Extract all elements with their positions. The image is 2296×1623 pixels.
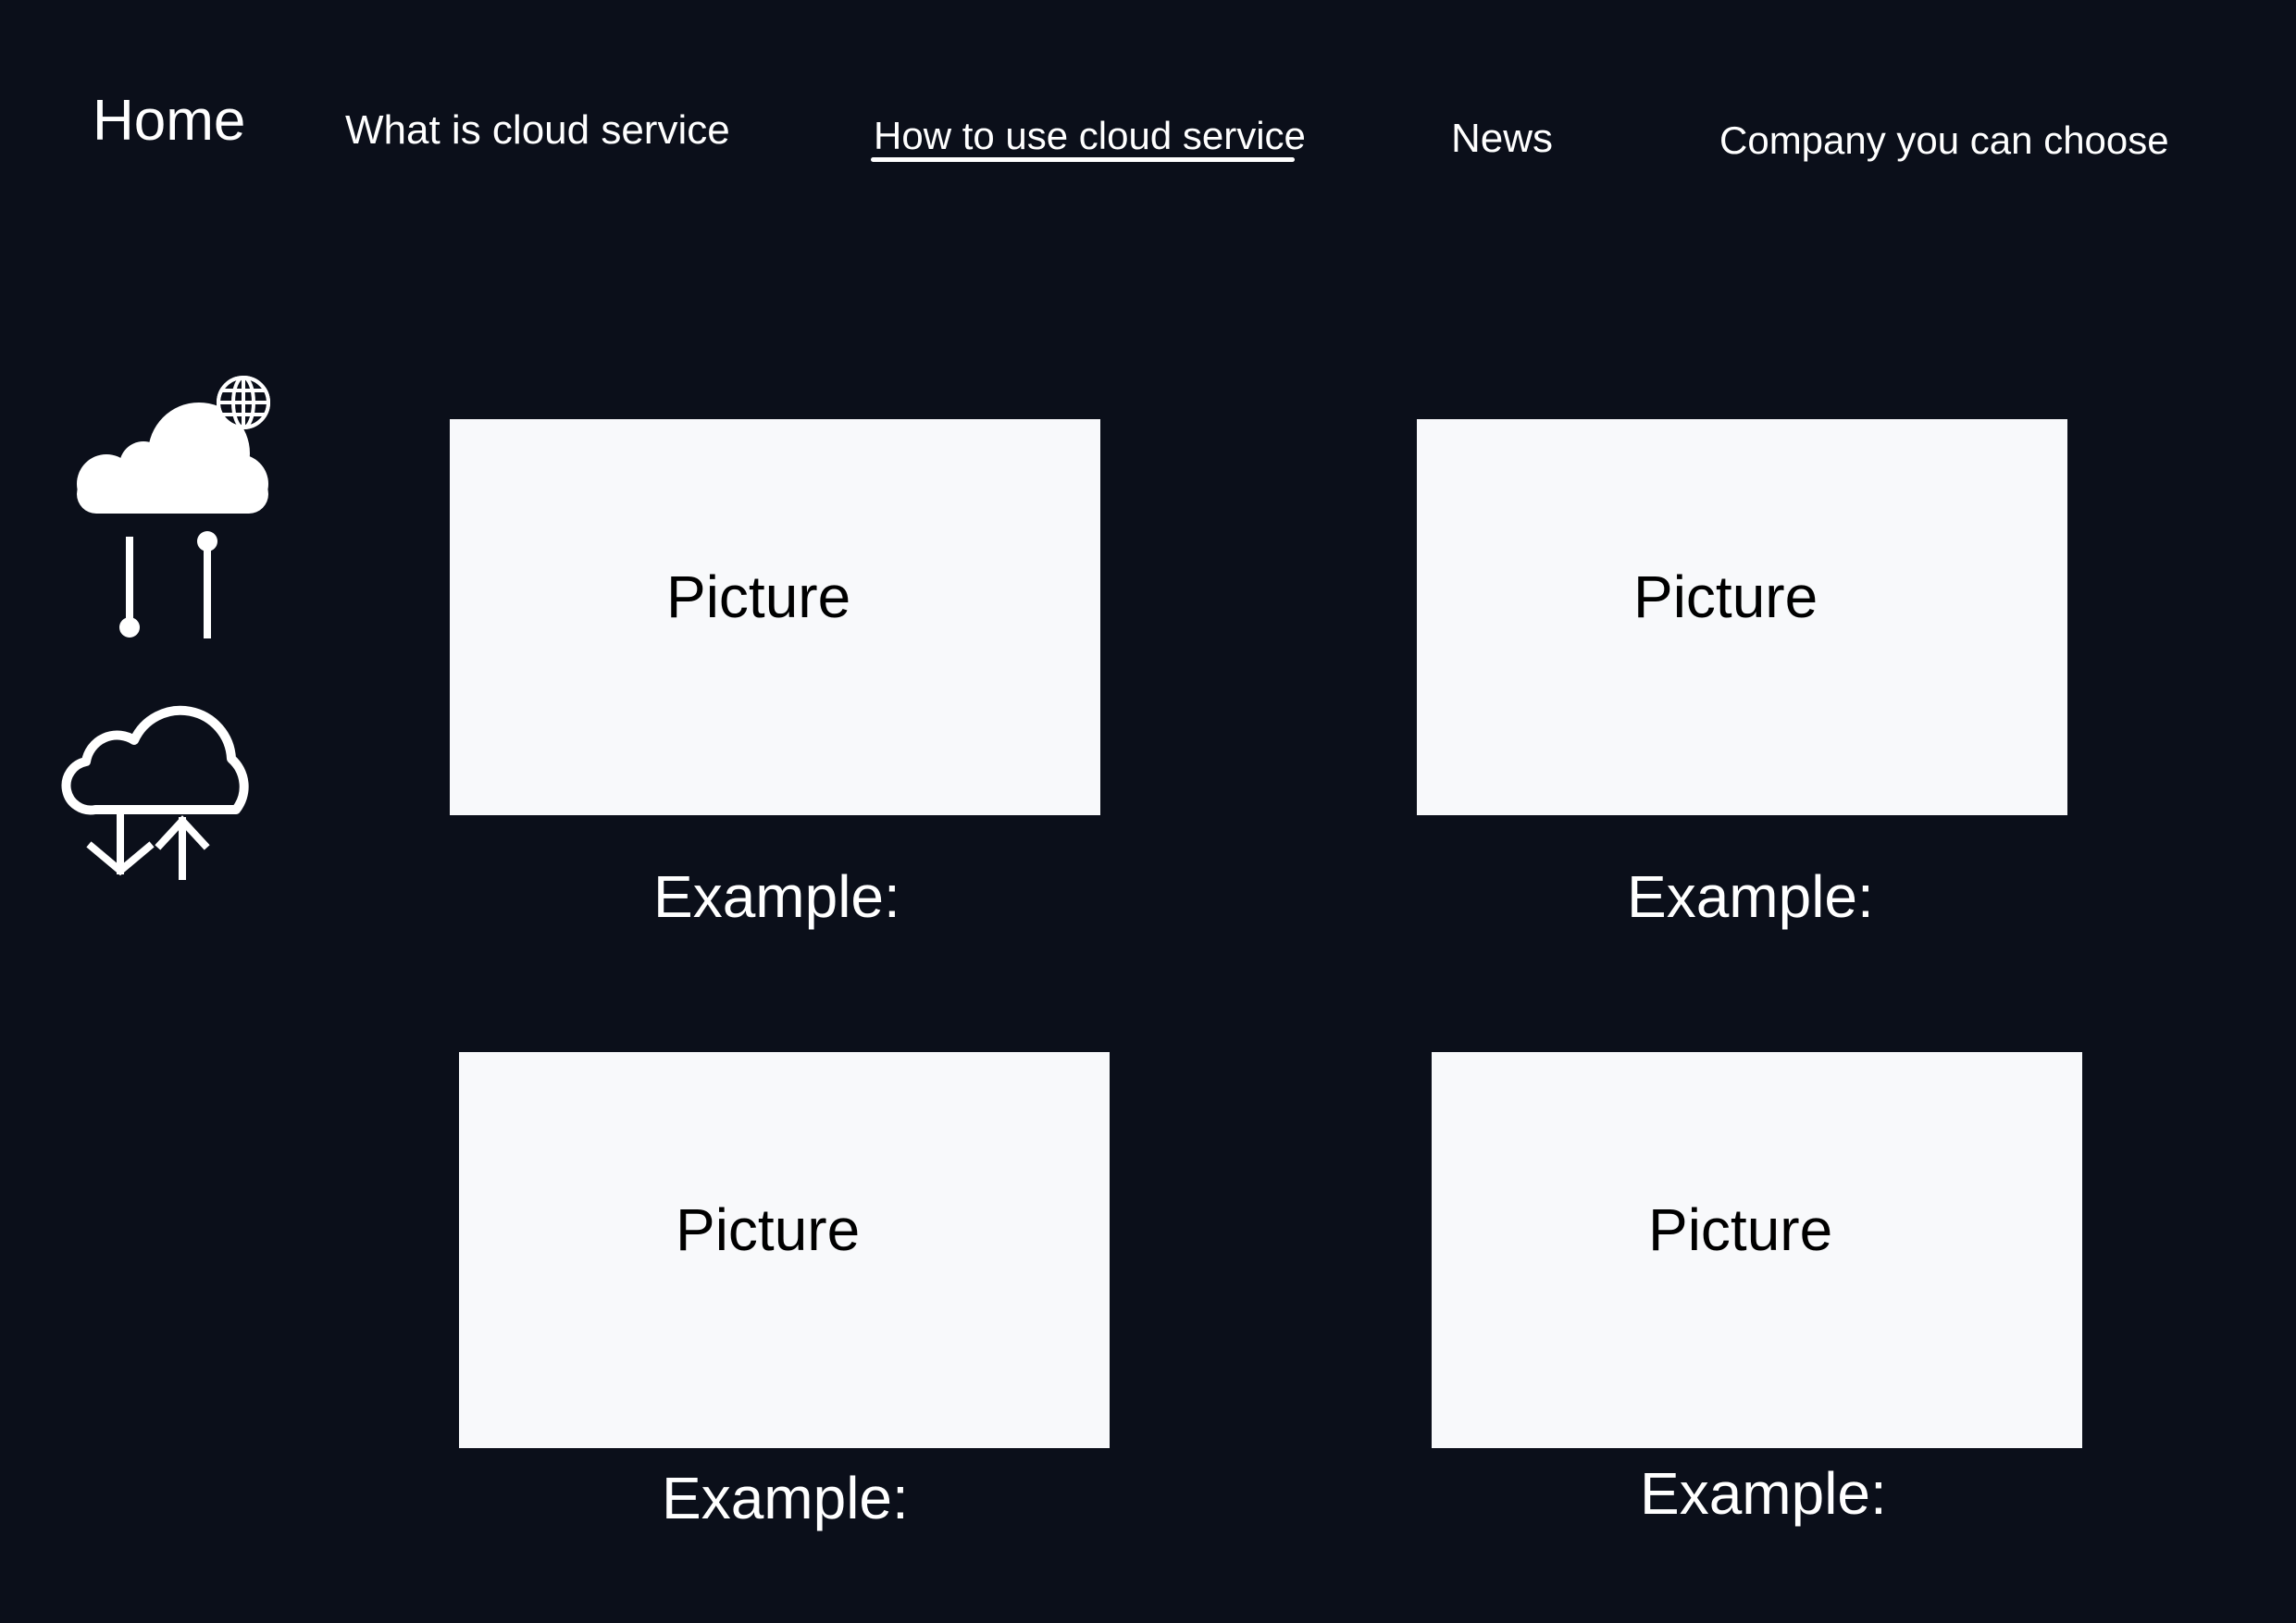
picture-placeholder-1: Picture bbox=[450, 419, 1100, 815]
picture-label: Picture bbox=[676, 1196, 861, 1263]
picture-placeholder-3: Picture bbox=[459, 1052, 1110, 1448]
cloud-sync-icon bbox=[61, 705, 249, 880]
example-label-1: Example: bbox=[653, 863, 900, 930]
example-label-4: Example: bbox=[1640, 1460, 1887, 1527]
example-label-2: Example: bbox=[1627, 863, 1874, 930]
picture-placeholder-4: Picture bbox=[1432, 1052, 2082, 1448]
picture-placeholder-2: Picture bbox=[1417, 419, 2067, 815]
cloud-network-icon bbox=[77, 376, 270, 638]
picture-label: Picture bbox=[1633, 564, 1818, 630]
nav-news-link[interactable]: News bbox=[1451, 118, 1553, 159]
nav-company-you-can-choose-link[interactable]: Company you can choose bbox=[1719, 121, 2169, 160]
nav-home-link[interactable]: Home bbox=[93, 93, 245, 150]
example-label-3: Example: bbox=[662, 1465, 909, 1531]
nav-what-is-cloud-service-link[interactable]: What is cloud service bbox=[345, 110, 730, 151]
picture-label: Picture bbox=[1648, 1196, 1833, 1263]
picture-label: Picture bbox=[666, 564, 851, 630]
nav-how-to-use-cloud-service-link[interactable]: How to use cloud service bbox=[874, 117, 1306, 155]
active-nav-underline bbox=[871, 157, 1295, 162]
